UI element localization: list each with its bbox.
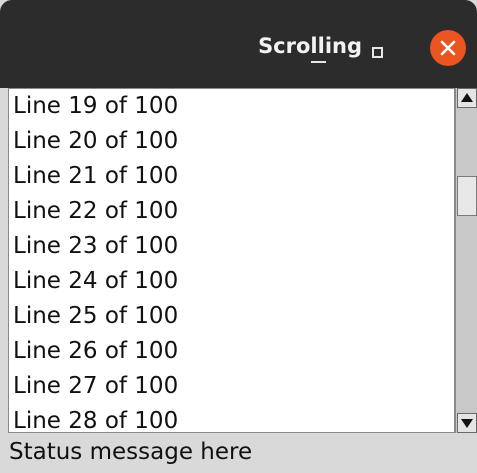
title-bar[interactable]: Scrolling bbox=[0, 0, 477, 88]
list-item[interactable]: Line 22 of 100 bbox=[13, 193, 178, 229]
list-item[interactable]: Line 25 of 100 bbox=[13, 298, 178, 334]
vertical-scrollbar[interactable] bbox=[455, 88, 477, 433]
list-item[interactable]: Line 28 of 100 bbox=[13, 403, 178, 432]
list-item[interactable]: Line 27 of 100 bbox=[13, 368, 178, 404]
app-window: Scrolling Line 19 of 100 Line 20 of 100 … bbox=[0, 0, 477, 473]
triangle-up-icon[interactable] bbox=[457, 88, 477, 108]
list-item[interactable]: Line 21 of 100 bbox=[13, 158, 178, 194]
minimize-icon[interactable] bbox=[304, 39, 334, 69]
close-icon[interactable] bbox=[430, 30, 466, 66]
scrollbar-thumb[interactable] bbox=[457, 176, 477, 216]
list-item[interactable]: Line 19 of 100 bbox=[13, 89, 178, 124]
list-item[interactable]: Line 20 of 100 bbox=[13, 123, 178, 159]
maximize-icon[interactable] bbox=[364, 39, 394, 69]
list-item[interactable]: Line 26 of 100 bbox=[13, 333, 178, 369]
status-bar: Status message here bbox=[0, 433, 477, 473]
status-message: Status message here bbox=[9, 439, 253, 465]
line-listbox[interactable]: Line 19 of 100 Line 20 of 100 Line 21 of… bbox=[8, 88, 455, 433]
list-item[interactable]: Line 24 of 100 bbox=[13, 263, 178, 299]
list-item[interactable]: Line 23 of 100 bbox=[13, 228, 178, 264]
triangle-down-icon[interactable] bbox=[457, 413, 477, 433]
